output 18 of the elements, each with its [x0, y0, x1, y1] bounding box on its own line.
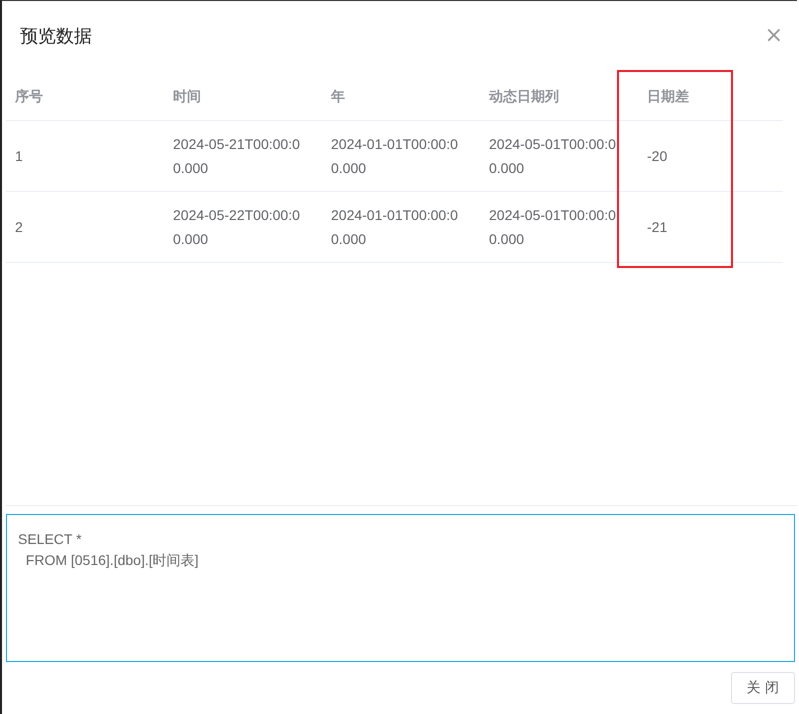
table-cell: 2024-05-01T00:00:00.000: [480, 192, 638, 263]
table-cell: -21: [638, 192, 783, 263]
table-cell: -20: [638, 121, 783, 192]
table-cell: 2: [6, 192, 164, 263]
table-cell: 2024-05-22T00:00:00.000: [164, 192, 322, 263]
column-header: 年: [322, 71, 480, 121]
table-cell: 2024-05-01T00:00:00.000: [480, 121, 638, 192]
table-cell: 2024-05-21T00:00:00.000: [164, 121, 322, 192]
column-header: 序号: [6, 71, 164, 121]
sql-editor[interactable]: SELECT * FROM [0516].[dbo].[时间表]: [6, 514, 795, 662]
column-header: 动态日期列: [480, 71, 638, 121]
dialog-title: 预览数据: [20, 25, 92, 48]
column-header: 时间: [164, 71, 322, 121]
column-header: 日期差: [638, 71, 783, 121]
table-cell: 1: [6, 121, 164, 192]
table-cell: 2024-01-01T00:00:00.000: [322, 192, 480, 263]
table-cell: 2024-01-01T00:00:00.000: [322, 121, 480, 192]
close-dialog-button[interactable]: 关 闭: [730, 672, 795, 704]
